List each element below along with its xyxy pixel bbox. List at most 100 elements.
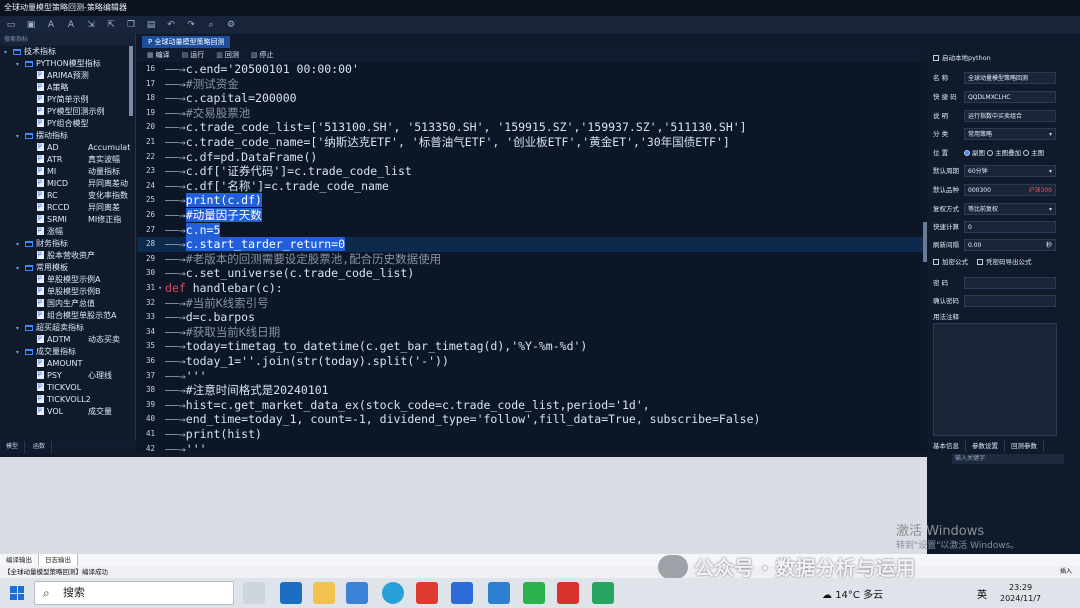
paste-icon[interactable]: ▤ — [146, 20, 156, 30]
tab-log-output[interactable]: 日志输出 — [39, 554, 78, 566]
tree-file[interactable]: PY组合模型 — [0, 118, 135, 130]
backtest-button[interactable]: ▥ 回测 — [216, 50, 239, 60]
position-radio-overlay[interactable]: 主图叠加 — [987, 149, 1021, 157]
undo-icon[interactable]: ↶ — [166, 20, 176, 30]
code-line[interactable]: 17 ——→#测试资金 — [137, 77, 925, 92]
font-increase-icon[interactable]: A — [66, 20, 76, 30]
weather-widget[interactable]: ☁ 14°C 多云 — [822, 586, 883, 601]
code-line[interactable]: 36 ——→today_1=''.join(str(today).split('-… — [137, 354, 925, 369]
compile-button[interactable]: ▦ 编译 — [147, 50, 170, 60]
tab-strategy-file[interactable]: P 全球动量模型策略回测 — [142, 36, 231, 48]
product-field[interactable]: 000300 沪深300 — [964, 184, 1056, 196]
tree-file[interactable]: ATR 真实波幅 — [0, 154, 135, 166]
tree-file[interactable]: 国内生产总值 — [0, 298, 135, 310]
indicator-search-input[interactable]: 搜索指标 — [0, 34, 135, 46]
expand-toggle-icon[interactable]: ▾ — [16, 131, 25, 142]
tree-file[interactable]: 股本营收资产 — [0, 250, 135, 262]
password-field[interactable] — [964, 277, 1056, 289]
tree-file[interactable]: RCCD 异同离差 — [0, 202, 135, 214]
code-line[interactable]: 29 ——→#老版本的回测需要设定股票池,配合历史数据使用 — [137, 252, 925, 267]
tree-file[interactable]: TICKVOLL2 — [0, 394, 135, 406]
vscode-icon[interactable] — [488, 582, 510, 604]
run-button[interactable]: ▤ 运行 — [182, 50, 205, 60]
tree-file[interactable]: PSY 心理线 — [0, 370, 135, 382]
outlook-icon[interactable] — [280, 582, 302, 604]
taskbar-search-box[interactable]: ⌕ 搜索 — [34, 581, 234, 605]
refresh-field[interactable]: 0.00 秒 — [964, 239, 1056, 251]
app-green-icon[interactable] — [592, 582, 614, 604]
tree-file[interactable]: MICD 异同离差动 — [0, 178, 135, 190]
windows-start-icon[interactable] — [10, 586, 24, 600]
tree-file[interactable]: MI 动量指标 — [0, 166, 135, 178]
position-radio-subchart[interactable]: 副图 — [964, 149, 985, 157]
tree-file[interactable]: 单股模型示例B — [0, 286, 135, 298]
code-line[interactable]: 25 ——→print(c.df) — [137, 193, 925, 208]
expand-toggle-icon[interactable]: ▾ — [16, 347, 25, 358]
expand-toggle-icon[interactable]: ▾ — [4, 47, 13, 58]
code-line[interactable]: 34 ——→#获取当前K线日期 — [137, 325, 925, 340]
notes-textarea[interactable] — [933, 323, 1057, 436]
output-search-input[interactable]: 输入关键字 — [952, 454, 1064, 464]
stop-button[interactable]: ▧ 停止 — [251, 50, 274, 60]
confirm-password-field[interactable] — [964, 295, 1056, 307]
code-line[interactable]: 31 ▾ def handlebar(c): — [137, 281, 925, 296]
tree-folder[interactable]: ▾ 超买超卖指标 — [0, 322, 135, 334]
edge-browser-icon[interactable] — [382, 582, 404, 604]
tab-basic-info[interactable]: 基本信息 — [927, 440, 966, 452]
position-radio-main[interactable]: 主图 — [1023, 149, 1044, 157]
description-field[interactable]: 运行指数中买卖组合 — [964, 110, 1056, 122]
microsoft-store-icon[interactable] — [346, 582, 368, 604]
wechat-icon[interactable] — [523, 582, 545, 604]
tab-model[interactable]: 模型 — [0, 441, 26, 453]
tree-file[interactable]: 涨幅 — [0, 226, 135, 238]
tree-file[interactable]: A策略 — [0, 82, 135, 94]
tree-file[interactable]: SRMI MI修正指 — [0, 214, 135, 226]
tab-compile-output[interactable]: 编译输出 — [0, 554, 39, 566]
code-line[interactable]: 33 ——→d=c.barpos — [137, 310, 925, 325]
redo-icon[interactable]: ↷ — [186, 20, 196, 30]
code-line[interactable]: 27 ——→c.n=5 — [137, 222, 925, 238]
settings-icon[interactable]: ⚙ — [226, 20, 236, 30]
taskbar-clock[interactable]: 23:29 2024/11/7 — [1000, 582, 1041, 604]
tree-file[interactable]: 单股模型示例A — [0, 274, 135, 286]
tab-backtest-params[interactable]: 回测参数 — [1005, 440, 1044, 452]
code-line[interactable]: 32 ——→#当前K线索引号 — [137, 296, 925, 311]
code-line[interactable]: 21 ——→c.trade_code_name=['纳斯达克ETF', '标普油气… — [137, 135, 925, 150]
code-line[interactable]: 35 ——→today=timetag_to_datetime(c.get_bar… — [137, 339, 925, 354]
code-line[interactable]: 23 ——→c.df['证券代码']=c.trade_code_list — [137, 164, 925, 179]
export-icon[interactable]: ⇱ — [106, 20, 116, 30]
expand-toggle-icon[interactable]: ▾ — [16, 59, 25, 70]
tree-file[interactable]: AD Accumulat — [0, 142, 135, 154]
tree-folder[interactable]: ▾ 常用模板 — [0, 262, 135, 274]
code-line[interactable]: 37 ——→''' — [137, 369, 925, 384]
code-line[interactable]: 30 ——→c.set_universe(c.trade_code_list) — [137, 266, 925, 281]
wps-icon[interactable] — [416, 582, 438, 604]
code-line[interactable]: 16 ——→c.end='20500101 00:00:00' — [137, 62, 925, 77]
tab-function[interactable]: 函数 — [27, 441, 53, 453]
tree-scrollbar[interactable] — [129, 46, 133, 116]
expand-toggle-icon[interactable]: ▾ — [16, 323, 25, 334]
code-line[interactable]: 40 ——→end_time=today_1, count=-1, dividen… — [137, 412, 925, 427]
new-file-icon[interactable]: ▭ — [6, 20, 16, 30]
tree-folder[interactable]: ▾ 技术指标 — [0, 46, 135, 58]
code-line[interactable]: 41 ——→print(hist) — [137, 427, 925, 442]
period-select[interactable]: 60分钟 — [964, 165, 1056, 177]
app-red-icon[interactable] — [557, 582, 579, 604]
font-decrease-icon[interactable]: A — [46, 20, 56, 30]
name-field[interactable]: 全球动量模型策略回测 — [964, 72, 1056, 84]
tree-file[interactable]: ARIMA预测 — [0, 70, 135, 82]
code-line[interactable]: 39 ——→hist=c.get_market_data_ex(stock_cod… — [137, 398, 925, 413]
category-select[interactable]: 常用策略 — [964, 128, 1056, 140]
tree-folder[interactable]: ▾ 摆动指标 — [0, 130, 135, 142]
tree-file[interactable]: 组合模型单股示范A — [0, 310, 135, 322]
tree-folder[interactable]: ▾ 财务指标 — [0, 238, 135, 250]
tree-file[interactable]: ADTM 动态买卖 — [0, 334, 135, 346]
save-icon[interactable]: ▣ — [26, 20, 36, 30]
code-line[interactable]: 38 ——→#注意时间格式是20240101 — [137, 383, 925, 398]
copy-icon[interactable]: ❐ — [126, 20, 136, 30]
rights-select[interactable]: 等比前复权 — [964, 203, 1056, 215]
local-python-checkbox[interactable]: 启动本地python — [933, 52, 991, 65]
code-line[interactable]: 24 ——→c.df['名称']=c.trade_code_name — [137, 179, 925, 194]
code-line[interactable]: 42 ——→''' — [137, 442, 925, 452]
tree-file[interactable]: PY简单示例 — [0, 94, 135, 106]
